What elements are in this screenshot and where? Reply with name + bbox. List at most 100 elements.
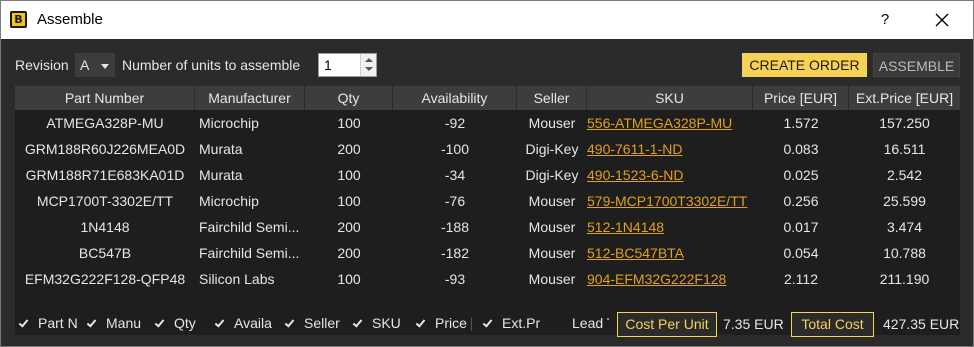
table-row[interactable]: GRM188R60J226MEA0D Murata 200 -100 Digi-… — [15, 136, 960, 162]
cell-ext-price: 157.250 — [879, 115, 930, 131]
cell-price: 1.572 — [783, 115, 819, 131]
column-toggle-part-number[interactable]: Part N — [17, 315, 77, 333]
sku-link[interactable]: 490-1523-6-ND — [583, 162, 753, 188]
cell-ext-price: 10.788 — [883, 245, 926, 261]
checkbox[interactable] — [153, 316, 167, 330]
sku-link[interactable]: 904-EFM32G222F128 — [583, 266, 753, 292]
column-header-availability[interactable]: Availability — [393, 86, 517, 110]
units-label: Number of units to assemble — [122, 57, 301, 73]
checkbox[interactable] — [85, 316, 99, 330]
sku-link[interactable]: 556-ATMEGA328P-MU — [583, 110, 753, 136]
units-stepper[interactable]: 1 — [318, 53, 377, 77]
cell-price: 0.083 — [783, 141, 819, 157]
cell-qty: 100 — [337, 167, 361, 183]
sku-link[interactable]: 512-1N4148 — [583, 214, 753, 240]
column-toggle-label: Availa — [234, 315, 272, 331]
column-toggle-availability[interactable]: Availa — [213, 315, 273, 333]
column-header-manufacturer[interactable]: Manufacturer — [195, 86, 305, 110]
checkmark-icon — [482, 317, 493, 328]
checkbox[interactable] — [283, 316, 297, 330]
table-header: Part Number Manufacturer Qty Availabilit… — [15, 86, 960, 110]
checkbox[interactable] — [213, 316, 227, 330]
checkbox[interactable] — [414, 316, 428, 330]
checkbox[interactable] — [551, 316, 565, 330]
column-toggle-label: Lead T — [572, 315, 609, 331]
cell-availability: -92 — [444, 115, 466, 131]
assemble-window: B Assemble ? Revision A Number of units … — [0, 0, 974, 347]
column-toggle-label: Manu — [106, 315, 142, 331]
column-toggle-label: Seller — [304, 315, 340, 331]
cell-manufacturer: Fairchild Semi... — [199, 245, 300, 261]
window-title: Assemble — [37, 11, 103, 28]
cell-manufacturer: Murata — [199, 141, 243, 157]
cost-per-unit-button[interactable]: Cost Per Unit — [617, 312, 717, 337]
column-toggle-price[interactable]: Price [ — [414, 315, 472, 333]
table-row[interactable]: MCP1700T-3302E/TT Microchip 100 -76 Mous… — [15, 188, 960, 214]
footer-bar: Part N Manu Qty Availa Seller SKU Price … — [1, 309, 973, 339]
revision-label: Revision — [15, 57, 69, 73]
column-toggle-label: Part N — [38, 315, 77, 331]
cell-part-number: 1N4148 — [80, 219, 130, 235]
cell-manufacturer: Microchip — [199, 193, 259, 209]
table-row[interactable]: ATMEGA328P-MU Microchip 100 -92 Mouser 5… — [15, 110, 960, 136]
cell-seller: Mouser — [528, 193, 576, 209]
chevron-down-icon — [101, 64, 109, 69]
cell-part-number: BC547B — [78, 245, 132, 261]
column-header-seller[interactable]: Seller — [517, 86, 587, 110]
cell-availability: -34 — [444, 167, 466, 183]
column-header-qty[interactable]: Qty — [305, 86, 393, 110]
column-header-price[interactable]: Price [EUR] — [753, 86, 849, 110]
revision-value: A — [80, 57, 90, 73]
cell-manufacturer: Fairchild Semi... — [199, 219, 300, 235]
cell-manufacturer: Murata — [199, 167, 243, 183]
cell-seller: Mouser — [528, 271, 576, 287]
help-button[interactable]: ? — [873, 9, 897, 31]
column-toggle-lead-time[interactable]: Lead T — [551, 315, 609, 333]
cell-price: 0.017 — [783, 219, 819, 235]
checkmark-icon — [284, 317, 295, 328]
column-toggle-label: Price [ — [435, 315, 472, 331]
title-bar: B Assemble ? — [1, 1, 973, 39]
spin-down-icon[interactable] — [365, 67, 373, 71]
cell-price: 0.054 — [783, 245, 819, 261]
cell-availability: -100 — [440, 141, 470, 157]
revision-select[interactable]: A — [75, 53, 115, 77]
sku-link[interactable]: 579-MCP1700T3302E/TT — [583, 188, 753, 214]
column-toggle-seller[interactable]: Seller — [283, 315, 343, 333]
column-header-ext-price[interactable]: Ext.Price [EUR] — [849, 86, 960, 110]
column-toggle-manufacturer[interactable]: Manu — [85, 315, 147, 333]
table-row[interactable]: GRM188R71E683KA01D Murata 100 -34 Digi-K… — [15, 162, 960, 188]
cell-price: 0.025 — [783, 167, 819, 183]
cell-availability: -76 — [444, 193, 466, 209]
spin-up-icon[interactable] — [365, 58, 373, 62]
cell-seller: Digi-Key — [525, 167, 579, 183]
total-cost-button[interactable]: Total Cost — [791, 312, 874, 337]
table-row[interactable]: 1N4148 Fairchild Semi... 200 -188 Mouser… — [15, 214, 960, 240]
cell-qty: 200 — [337, 141, 361, 157]
assemble-button[interactable]: ASSEMBLE — [873, 53, 960, 77]
cell-availability: -188 — [440, 219, 470, 235]
cell-manufacturer: Microchip — [199, 115, 259, 131]
checkmark-icon — [18, 317, 29, 328]
create-order-button[interactable]: CREATE ORDER — [742, 53, 867, 77]
cell-part-number: ATMEGA328P-MU — [46, 115, 164, 131]
cell-qty: 100 — [337, 193, 361, 209]
table-row[interactable]: BC547B Fairchild Semi... 200 -182 Mouser… — [15, 240, 960, 266]
checkbox[interactable] — [481, 316, 495, 330]
checkbox[interactable] — [17, 316, 31, 330]
cell-availability: -93 — [444, 271, 466, 287]
sku-link[interactable]: 512-BC547BTA — [583, 240, 753, 266]
checkbox[interactable] — [351, 316, 365, 330]
table-row[interactable]: EFM32G222F128-QFP48 Silicon Labs 100 -93… — [15, 266, 960, 292]
column-header-part-number[interactable]: Part Number — [15, 86, 195, 110]
sku-link[interactable]: 490-7611-1-ND — [583, 136, 753, 162]
close-button[interactable] — [929, 7, 955, 33]
column-header-sku[interactable]: SKU — [587, 86, 753, 110]
column-toggle-sku[interactable]: SKU — [351, 315, 403, 333]
column-toggle-ext-price[interactable]: Ext.Pr — [481, 315, 543, 333]
dialog-body: Revision A Number of units to assemble 1… — [1, 39, 973, 346]
column-toggle-qty[interactable]: Qty — [153, 315, 205, 333]
cell-seller: Mouser — [528, 219, 576, 235]
cell-ext-price: 211.190 — [879, 271, 930, 287]
column-toggle-label: Qty — [174, 315, 196, 331]
